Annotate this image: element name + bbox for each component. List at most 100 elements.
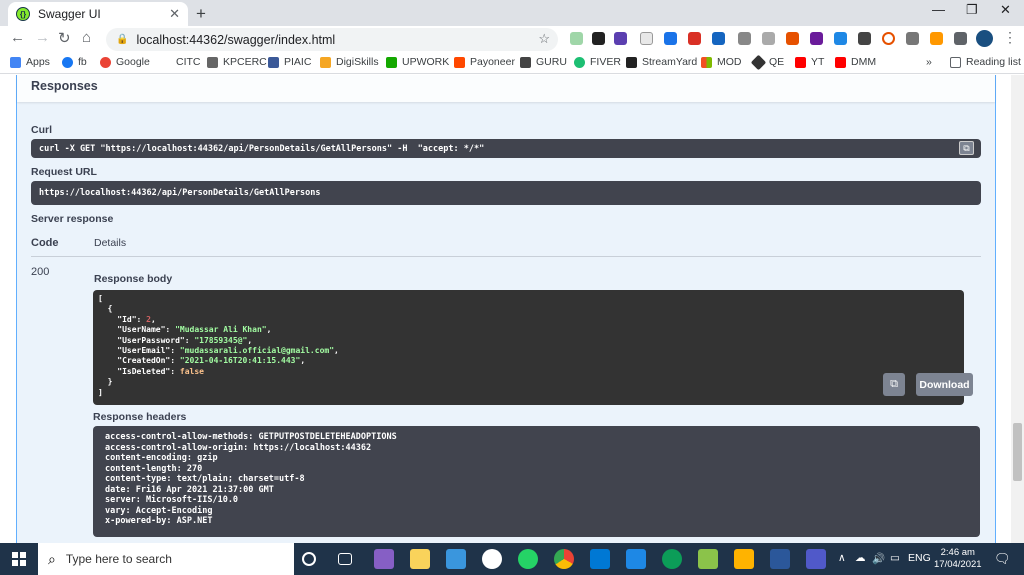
page-scrollbar[interactable]	[1011, 75, 1024, 543]
extension-icon[interactable]	[688, 32, 701, 45]
bookmark-citc[interactable]: CITC	[160, 56, 201, 68]
bookmark-fiver[interactable]: FIVER	[574, 56, 621, 68]
profile-avatar[interactable]	[976, 30, 993, 47]
close-window-icon[interactable]: ✕	[1000, 2, 1011, 18]
bookmark-payoneer[interactable]: Payoneer	[454, 56, 515, 68]
cortana-icon[interactable]	[302, 552, 316, 566]
scrollbar-thumb[interactable]	[1013, 423, 1022, 481]
extension-icon[interactable]	[592, 32, 605, 45]
response-header-line: content-encoding: gzip	[105, 453, 218, 463]
extension-icon[interactable]	[882, 32, 895, 45]
chrome-icon[interactable]	[554, 549, 574, 569]
payoneer-icon	[454, 56, 465, 68]
mail-icon[interactable]	[590, 549, 610, 569]
extension-icon[interactable]	[858, 32, 871, 45]
taskbar-app-icon[interactable]	[734, 549, 754, 569]
response-header-line: date: Fri16 Apr 2021 21:37:00 GMT	[105, 484, 274, 495]
windows-start-icon[interactable]	[12, 552, 26, 566]
bookmark-dmm[interactable]: DMM	[835, 56, 876, 68]
close-tab-icon[interactable]: ✕	[169, 6, 180, 22]
extension-icon[interactable]	[786, 32, 799, 45]
file-explorer-icon[interactable]	[410, 549, 430, 569]
reading-list-button[interactable]: Reading list	[950, 56, 1021, 68]
whatsapp-icon[interactable]	[518, 549, 538, 569]
bookmark-digiskills[interactable]: DigiSkills	[320, 56, 379, 68]
home-icon[interactable]: ⌂	[82, 29, 91, 46]
copy-response-icon[interactable]: ⧉	[883, 373, 905, 396]
tab-swagger-ui[interactable]: {} Swagger UI ✕	[8, 2, 188, 26]
edge-icon[interactable]	[662, 549, 682, 569]
table-divider	[31, 256, 981, 257]
vscode-icon[interactable]	[626, 549, 646, 569]
browser-toolbar: ← → ↻ ⌂ 🔒 localhost:44362/swagger/index.…	[0, 26, 1024, 52]
extension-icon[interactable]	[664, 32, 677, 45]
visual-studio-icon[interactable]	[374, 549, 394, 569]
back-icon[interactable]: ←	[10, 29, 25, 46]
taskbar-app-icon[interactable]	[482, 549, 502, 569]
network-icon[interactable]: ☁	[855, 552, 866, 564]
bookmark-google[interactable]: Google	[100, 56, 150, 68]
address-bar[interactable]: 🔒 localhost:44362/swagger/index.html ☆	[106, 28, 558, 51]
extension-icon[interactable]	[712, 32, 725, 45]
extension-icon[interactable]	[614, 32, 627, 45]
word-icon[interactable]	[770, 549, 790, 569]
extension-icon[interactable]	[810, 32, 823, 45]
extension-icon[interactable]	[762, 32, 775, 45]
menu-kebab-icon[interactable]: ⋮	[1003, 29, 1017, 46]
task-view-icon[interactable]	[338, 553, 352, 565]
windows-taskbar: ⌕ Type here to search ∧ ☁ 🔊 ▭ ENG 2:46 a…	[0, 543, 1024, 575]
bookmark-qe[interactable]: QE	[750, 54, 784, 70]
forward-icon[interactable]: →	[35, 29, 50, 46]
minimize-icon[interactable]: —	[932, 2, 945, 17]
bookmark-fb[interactable]: fb	[62, 56, 87, 68]
bookmark-mod[interactable]: MOD	[701, 56, 742, 68]
extension-icon[interactable]	[640, 32, 653, 45]
taskbar-app-icon[interactable]	[698, 549, 718, 569]
fiverr-icon	[574, 56, 585, 68]
response-body[interactable]: [ { "Id": 2, "UserName": "Mudassar Ali K…	[93, 290, 964, 405]
extensions-puzzle-icon[interactable]	[954, 32, 967, 45]
volume-icon[interactable]: 🔊	[872, 552, 885, 565]
taskbar-search-box[interactable]: ⌕ Type here to search	[38, 543, 294, 575]
bookmarks-bar: Apps fb Google CITC KPCERC PIAIC DigiSki…	[0, 52, 1024, 74]
bookmark-guru[interactable]: GURU	[520, 56, 567, 68]
language-indicator[interactable]: ENG	[908, 552, 931, 564]
bookmark-apps[interactable]: Apps	[10, 56, 50, 68]
bookmark-kpcerc[interactable]: KPCERC	[207, 56, 267, 68]
teams-icon[interactable]	[806, 549, 826, 569]
new-tab-button[interactable]: +	[196, 4, 206, 24]
copy-curl-icon[interactable]: ⧉	[959, 141, 974, 155]
swagger-favicon-icon: {}	[16, 7, 30, 21]
bookmark-yt[interactable]: YT	[795, 56, 824, 68]
notification-icon[interactable]: 🗨	[994, 551, 1011, 567]
server-response-label: Server response	[31, 213, 114, 225]
restore-icon[interactable]: ❐	[966, 2, 978, 18]
youtube-icon	[835, 56, 846, 68]
response-header-line: access-control-allow-origin: https://loc…	[105, 442, 372, 453]
extension-icon[interactable]	[930, 32, 943, 45]
bookmark-star-icon[interactable]: ☆	[538, 31, 550, 47]
download-button[interactable]: Download	[916, 373, 973, 396]
kpcerc-icon	[207, 56, 218, 68]
response-headers-label: Response headers	[93, 411, 187, 423]
show-hidden-icons-icon[interactable]: ∧	[838, 552, 846, 564]
curl-command[interactable]: curl -X GET "https://localhost:44362/api…	[31, 139, 981, 158]
bookmarks-overflow-button[interactable]: »	[926, 56, 932, 68]
bookmark-upwork[interactable]: UPWORK	[386, 56, 449, 68]
extension-icon[interactable]	[834, 32, 847, 45]
battery-icon[interactable]: ▭	[890, 552, 900, 564]
bookmark-streamyard[interactable]: StreamYard	[626, 56, 697, 68]
request-url-text: https://localhost:44362/api/PersonDetail…	[39, 188, 321, 198]
responses-header: Responses	[17, 75, 995, 102]
extension-icon[interactable]	[738, 32, 751, 45]
reload-icon[interactable]: ↻	[58, 29, 71, 47]
extension-icon[interactable]	[570, 32, 583, 45]
lock-icon[interactable]: 🔒	[116, 34, 128, 45]
clock[interactable]: 2:46 am 17/04/2021	[934, 547, 982, 571]
extension-icon[interactable]	[906, 32, 919, 45]
guru-icon	[520, 56, 531, 68]
store-icon[interactable]	[446, 549, 466, 569]
search-icon: ⌕	[48, 550, 56, 567]
response-header-line: content-length: 270	[105, 463, 203, 474]
bookmark-piaic[interactable]: PIAIC	[268, 56, 311, 68]
